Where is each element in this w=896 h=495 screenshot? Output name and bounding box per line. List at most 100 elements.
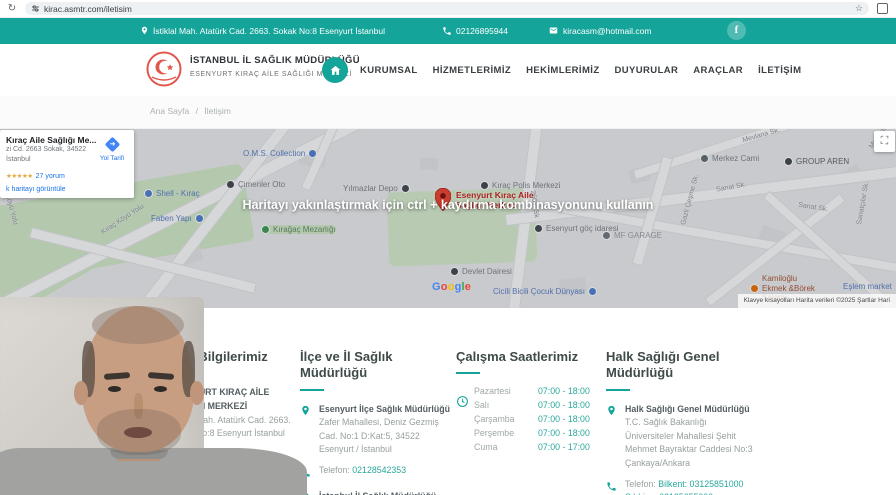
reviews-link[interactable]: 27 yorum xyxy=(36,173,65,180)
browser-chrome: ↻ kirac.asmtr.com/iletisim ☆ xyxy=(0,0,896,18)
ph-addr4: Çankaya/Ankara xyxy=(625,458,691,468)
phone-label: Telefon: xyxy=(319,465,350,475)
heading-underline xyxy=(150,372,174,375)
breadcrumb-separator: / xyxy=(195,106,198,116)
pin-icon xyxy=(300,490,312,495)
section-contact-info: İletişim Bilgilerimiz ESENYURT KIRAÇ AİL… xyxy=(150,349,292,474)
contact-address2: Sokak No:8 Esenyurt İstanbul xyxy=(169,428,285,439)
map-zoom-hint: Haritayı yakınlaştırmak için ctrl + kayd… xyxy=(242,198,654,212)
hours-day: Çarşamba xyxy=(474,414,515,425)
nav-item-araclar[interactable]: ARAÇLAR xyxy=(693,65,743,76)
district-phone-entry: Telefon: 02128542353 xyxy=(300,464,452,483)
contact-heading: İletişim Bilgilerimiz xyxy=(150,349,268,364)
mail-icon xyxy=(549,27,558,34)
breadcrumb-home[interactable]: Ana Sayfa xyxy=(150,106,189,116)
district-addr2: Cad. No:1 D:Kat:5, 34522 xyxy=(319,430,420,441)
rating-stars: ★★★★★ xyxy=(6,172,33,180)
phone-label: Telefon: xyxy=(169,448,200,459)
contact-entry: ESENYURT KIRAÇ AİLE SAĞLIĞI MERKEZİ İsti… xyxy=(150,386,292,441)
heading-underline xyxy=(456,372,480,375)
home-icon xyxy=(330,65,340,75)
hours-heading: Çalışma Saatlerimiz xyxy=(456,349,579,364)
public-health-entry: Halk Sağlığı Genel Müdürlüğü T.C. Sağlık… xyxy=(606,403,774,471)
facebook-icon[interactable]: f xyxy=(727,21,746,40)
nav-item-iletisim[interactable]: İLETİŞİM xyxy=(758,65,801,76)
hours-table: Pazartesi 07:00 - 18:00 Salı 07:00 - 18:00… xyxy=(474,386,598,452)
district-phone-link[interactable]: 02128542353 xyxy=(352,465,406,475)
phone-icon xyxy=(606,478,618,495)
address-bar[interactable]: kirac.asmtr.com/iletisim ☆ xyxy=(25,2,869,15)
person-nose xyxy=(134,393,143,419)
home-button[interactable] xyxy=(322,57,348,83)
person-hair xyxy=(92,306,184,344)
public-health-title: Halk Sağlığı Genel Müdürlüğü xyxy=(625,403,750,414)
reload-icon[interactable]: ↻ xyxy=(5,3,19,14)
contact-phone-link[interactable]: 02126895944 xyxy=(202,449,256,459)
pin-icon xyxy=(300,403,312,458)
district-entry1-title: Esenyurt İlçe Sağlık Müdürlüğü xyxy=(319,403,450,414)
hours-day: Salı xyxy=(474,400,490,411)
top-info-bar: İstiklal Mah. Atatürk Cad. 2663. Sokak N… xyxy=(0,17,896,44)
url-text: kirac.asmtr.com/iletisim xyxy=(44,3,132,14)
nav-item-hizmetlerimiz[interactable]: HİZMETLERİMİZ xyxy=(433,65,512,76)
pin-icon xyxy=(141,26,148,35)
hours-time: 07:00 - 18:00 xyxy=(538,400,590,411)
person-hair xyxy=(82,341,95,397)
health-ministry-logo[interactable] xyxy=(146,51,182,87)
heading-underline xyxy=(300,388,324,391)
hours-time: 07:00 - 17:00 xyxy=(538,442,590,453)
district-addr3: Esenyurt / İstanbul xyxy=(319,444,392,455)
nav-item-duyurular[interactable]: DUYURULAR xyxy=(615,65,679,76)
district-entry-2: İstanbul İl Sağlık Müdürlüğü Binbirdirek… xyxy=(300,490,452,495)
nav-item-hekimlerimiz[interactable]: HEKİMLERİMİZ xyxy=(526,65,599,76)
browser-extra-icon[interactable] xyxy=(877,3,888,14)
main-nav: KURUMSAL HİZMETLERİMİZ HEKİMLERİMİZ DUYU… xyxy=(360,44,801,96)
district-entry2-title: İstanbul İl Sağlık Müdürlüğü xyxy=(319,490,444,495)
topbar-phone[interactable]: 02126895944 xyxy=(442,17,508,44)
site-header: İSTANBUL İL SAĞLIK MÜDÜRLÜĞÜ ESENYURT KI… xyxy=(0,44,896,96)
clock-icon xyxy=(456,395,469,413)
person-mouth xyxy=(124,427,152,438)
contact-address1: İstiklal Mah. Atatürk Cad. 2663. xyxy=(169,414,291,425)
heading-underline xyxy=(606,388,630,391)
phone-icon xyxy=(300,464,312,483)
public-health-heading: Halk Sağlığı Genel Müdürlüğü xyxy=(606,349,720,381)
district-heading: İlçe ve İl Sağlık Müdürlüğü xyxy=(300,349,393,381)
org-name: ESENYURT KIRAÇ AİLE SAĞLIĞI MERKEZİ xyxy=(169,387,270,411)
district-entry-1: Esenyurt İlçe Sağlık Müdürlüğü Zafer Mah… xyxy=(300,403,452,458)
directions-icon: ➜ xyxy=(104,136,120,153)
phone-icon xyxy=(150,448,162,467)
person-ear xyxy=(74,381,88,405)
phone-label: Telefon: xyxy=(625,478,656,489)
ph-phone1-link[interactable]: Bilkent: 03125851000 xyxy=(658,479,743,489)
directions-button[interactable]: ➜ Yol Tarifi xyxy=(94,136,130,162)
topbar-email-text: kiracasm@hotmail.com xyxy=(563,25,652,36)
ph-addr1: T.C. Sağlık Bakanlığı xyxy=(625,417,707,428)
public-health-phone-entry: Telefon: Bilkent: 03125851000 Sıhhiye: 0… xyxy=(606,478,774,495)
breadcrumb: Ana Sayfa / İletişim xyxy=(150,106,235,116)
breadcrumb-current: İletişim xyxy=(204,106,231,116)
map-attribution[interactable]: Klavye kısayolları Harita verileri ©2025… xyxy=(737,294,896,308)
larger-map-link[interactable]: k haritayı görüntüle xyxy=(6,186,128,193)
map-info-card: Kıraç Aile Sağlığı Me... zi Cd. 2663 Sok… xyxy=(0,130,134,198)
hours-time: 07:00 - 18:00 xyxy=(538,386,590,397)
hours-day: Cuma xyxy=(474,442,498,453)
pin-icon xyxy=(606,403,618,471)
person-eye xyxy=(108,386,121,392)
fullscreen-button[interactable]: ⛶ xyxy=(874,131,895,152)
hours-day: Pazartesi xyxy=(474,386,511,397)
bookmark-star-icon[interactable]: ☆ xyxy=(855,3,863,14)
nav-item-kurumsal[interactable]: KURUMSAL xyxy=(360,65,418,76)
hours-day: Perşembe xyxy=(474,428,515,439)
ph-addr3: Mehmet Bayraktar Caddesi No:3 xyxy=(625,444,753,455)
person-eyebrow xyxy=(103,372,131,380)
hours-time: 07:00 - 18:00 xyxy=(538,428,590,439)
topbar-email[interactable]: kiracasm@hotmail.com xyxy=(548,17,651,44)
google-map-embed[interactable]: Kıraç Köyü Yolu Kıraç Köyü Yolu Mevlana … xyxy=(0,128,896,308)
hours-time: 07:00 - 18:00 xyxy=(538,414,590,425)
contact-phone-entry: Telefon: 02126895944 xyxy=(150,448,292,467)
site-info-icon[interactable] xyxy=(31,4,40,13)
pin-icon xyxy=(150,386,162,441)
topbar-address: İstiklal Mah. Atatürk Cad. 2663. Sokak N… xyxy=(140,17,385,44)
google-logo[interactable]: Google xyxy=(432,281,471,293)
